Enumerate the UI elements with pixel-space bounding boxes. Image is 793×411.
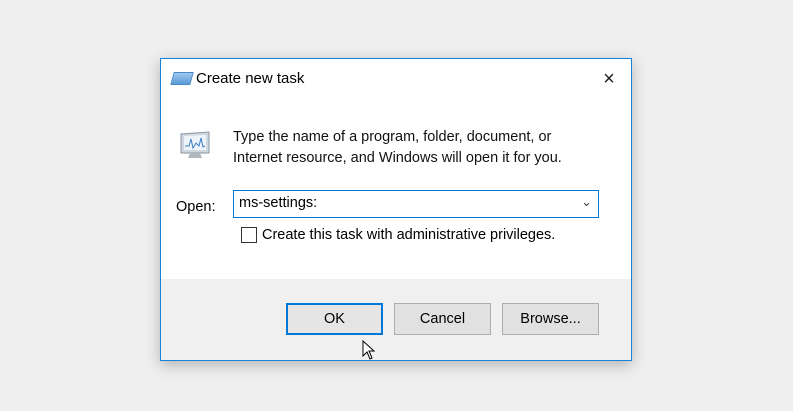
- ok-button[interactable]: OK: [286, 303, 383, 335]
- run-app-icon: [170, 72, 194, 85]
- mouse-cursor-icon: [362, 340, 376, 360]
- description: Type the name of a program, folder, docu…: [233, 127, 562, 169]
- open-label: Open:: [176, 199, 216, 215]
- chevron-down-icon[interactable]: ⌄: [581, 194, 592, 210]
- open-input[interactable]: ms-settings:: [239, 195, 317, 211]
- open-combobox[interactable]: ms-settings: ⌄: [233, 190, 599, 218]
- browse-button[interactable]: Browse...: [502, 303, 599, 335]
- title-bar: Create new task ×: [161, 59, 631, 100]
- dialog-title: Create new task: [196, 70, 305, 87]
- button-bar: OK Cancel Browse...: [161, 279, 631, 360]
- close-icon[interactable]: ×: [587, 59, 631, 100]
- admin-checkbox[interactable]: [241, 227, 257, 243]
- description-line: Type the name of a program, folder, docu…: [233, 129, 552, 145]
- cancel-button[interactable]: Cancel: [394, 303, 491, 335]
- description-line: Internet resource, and Windows will open…: [233, 150, 562, 166]
- monitor-icon: [180, 131, 210, 158]
- create-task-dialog: Create new task × Type the name of a pro…: [160, 58, 632, 361]
- admin-checkbox-label[interactable]: Create this task with administrative pri…: [262, 227, 555, 243]
